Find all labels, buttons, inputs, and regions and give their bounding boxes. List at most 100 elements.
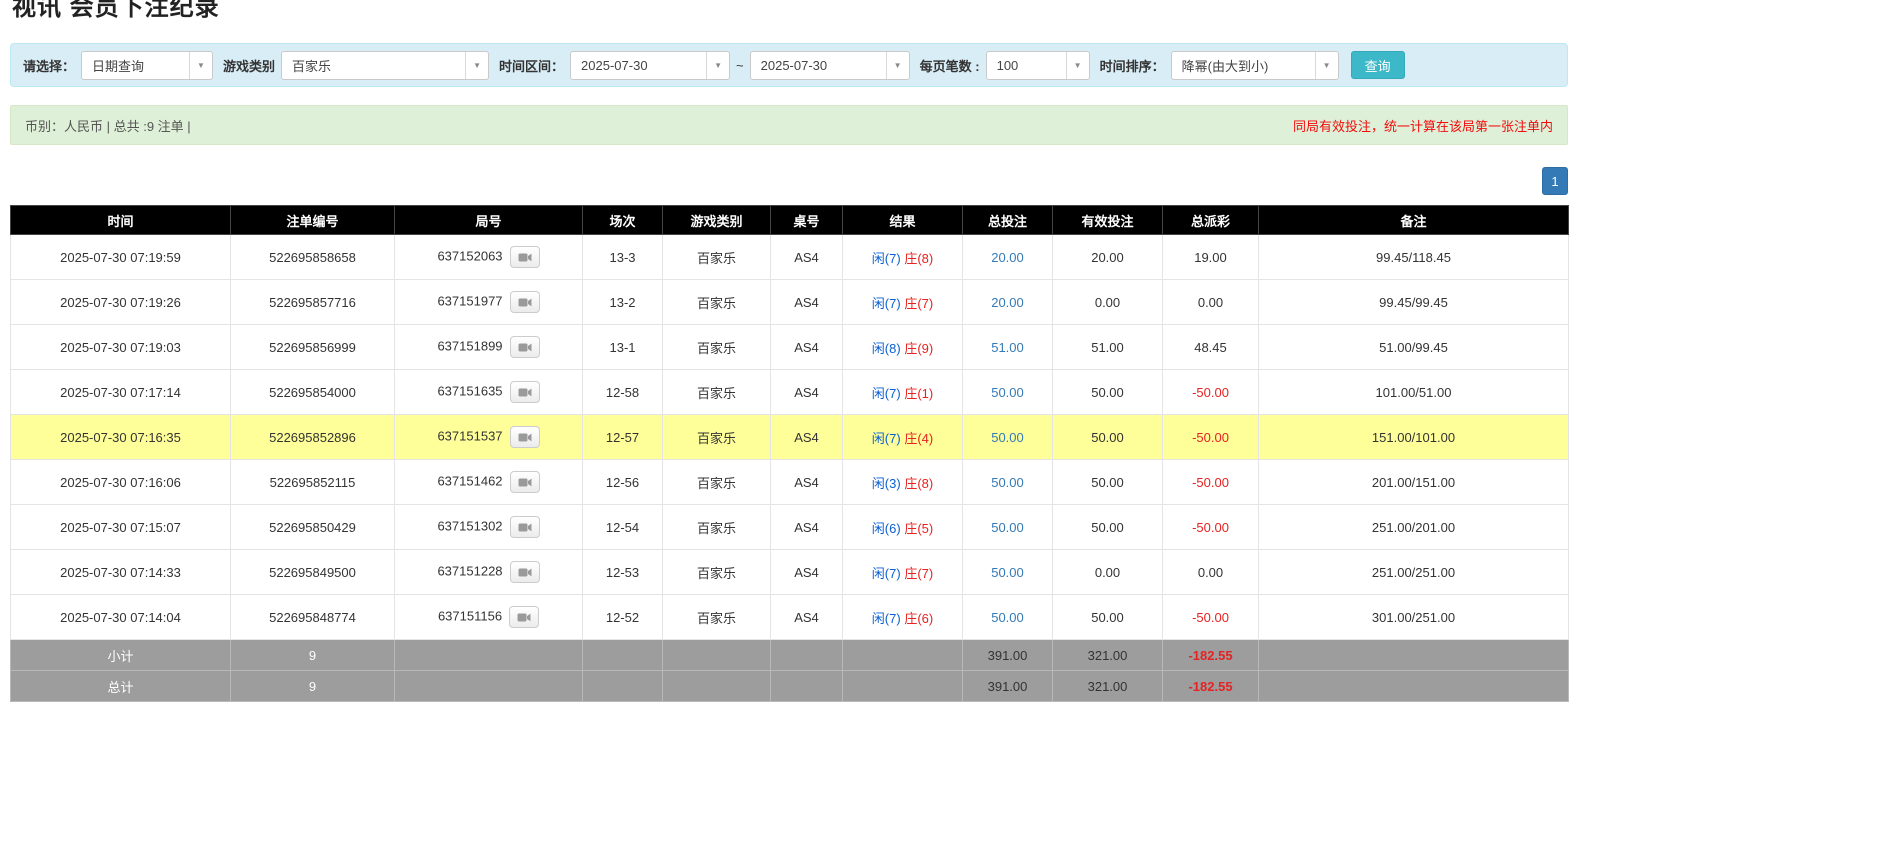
cell-note: 201.00/151.00 <box>1258 459 1569 505</box>
cell-game-type: 百家乐 <box>662 594 771 640</box>
cell-result: 闲(7) 庄(6) <box>842 594 963 640</box>
sort-value: 降幂(由大到小) <box>1181 58 1269 74</box>
table-row: 2025-07-30 07:19:59 522695858658 6371520… <box>10 234 1569 280</box>
chevron-down-icon[interactable]: ▼ <box>1314 51 1338 79</box>
replay-button[interactable] <box>509 246 540 268</box>
result-banker: 庄(8) <box>904 250 934 266</box>
chevron-down-icon[interactable]: ▼ <box>706 51 730 79</box>
total-label: 总计 <box>10 670 231 702</box>
date-to-select[interactable]: 2025-07-30 ▼ <box>749 50 910 80</box>
chevron-down-icon[interactable]: ▼ <box>189 51 213 79</box>
header-payout: 总派彩 <box>1162 205 1259 235</box>
table-header-row: 时间 注单编号 局号 场次 游戏类别 桌号 结果 总投注 有效投注 总派彩 备注 <box>10 205 1569 235</box>
total-bet-link[interactable]: 50.00 <box>991 565 1024 580</box>
chevron-down-icon[interactable]: ▼ <box>885 51 909 79</box>
result-player: 闲(7) <box>871 610 901 626</box>
cell-round-id: 637151156 <box>394 594 583 640</box>
cell-session: 12-54 <box>582 504 663 550</box>
time-range-label: 时间区间： <box>499 58 565 74</box>
video-replay-icon <box>518 568 532 576</box>
page-wrapper: 视讯 会员下注纪录 请选择： 日期查询 ▼ 游戏类别 百家乐 ▼ 时间区间： 2… <box>0 0 1578 702</box>
cell-result: 闲(8) 庄(9) <box>842 324 963 370</box>
total-bet-link[interactable]: 50.00 <box>991 385 1024 400</box>
cell-payout: 0.00 <box>1162 279 1259 325</box>
cell-total-bet: 51.00 <box>962 324 1053 370</box>
replay-button[interactable] <box>509 516 540 538</box>
cell-payout: -50.00 <box>1162 369 1259 415</box>
bet-records-table: 时间 注单编号 局号 场次 游戏类别 桌号 结果 总投注 有效投注 总派彩 备注… <box>10 205 1569 702</box>
result-player: 闲(7) <box>871 385 901 401</box>
cell-table-no: AS4 <box>770 279 843 325</box>
round-id-text: 637151537 <box>437 428 503 444</box>
cell-table-no: AS4 <box>770 594 843 640</box>
video-replay-icon <box>517 613 531 621</box>
table-row: 2025-07-30 07:17:14 522695854000 6371516… <box>10 369 1569 415</box>
sort-select[interactable]: 降幂(由大到小) ▼ <box>1170 50 1339 80</box>
date-from-select[interactable]: 2025-07-30 ▼ <box>570 50 731 80</box>
result-banker: 庄(1) <box>904 385 934 401</box>
video-replay-icon <box>518 433 532 441</box>
page-size-select[interactable]: 100 ▼ <box>985 50 1090 80</box>
replay-button[interactable] <box>509 471 540 493</box>
chevron-down-icon[interactable]: ▼ <box>1065 51 1089 79</box>
cell-total-bet: 50.00 <box>962 504 1053 550</box>
replay-button[interactable] <box>509 291 540 313</box>
total-bet-link[interactable]: 50.00 <box>991 610 1024 625</box>
chevron-down-icon[interactable]: ▼ <box>465 51 489 79</box>
total-bet-link[interactable]: 51.00 <box>991 340 1024 355</box>
result-player: 闲(8) <box>871 340 901 356</box>
round-id-text: 637151302 <box>437 518 503 534</box>
round-id-text: 637151899 <box>437 338 503 354</box>
replay-button[interactable] <box>509 336 540 358</box>
video-replay-icon <box>518 388 532 396</box>
result-banker: 庄(7) <box>904 565 934 581</box>
total-bet-link[interactable]: 50.00 <box>991 520 1024 535</box>
query-button[interactable]: 查询 <box>1350 51 1405 79</box>
header-session: 场次 <box>582 205 663 235</box>
total-bet-link[interactable]: 20.00 <box>991 250 1024 265</box>
cell-payout: 0.00 <box>1162 549 1259 595</box>
video-replay-icon <box>518 298 532 306</box>
round-id-text: 637152063 <box>437 248 503 264</box>
cell-bet-id: 522695857716 <box>230 279 395 325</box>
cell-round-id: 637151462 <box>394 459 583 505</box>
table-body: 2025-07-30 07:19:59 522695858658 6371520… <box>10 234 1569 640</box>
cell-session: 12-53 <box>582 549 663 595</box>
result-player: 闲(7) <box>871 295 901 311</box>
cell-result: 闲(3) 庄(8) <box>842 459 963 505</box>
cell-round-id: 637152063 <box>394 234 583 280</box>
subtotal-row: 小计 9 391.00 321.00 -182.55 <box>10 639 1569 671</box>
cell-total-bet: 50.00 <box>962 369 1053 415</box>
sort-label: 时间排序： <box>1099 58 1165 74</box>
result-player: 闲(6) <box>871 520 901 536</box>
replay-button[interactable] <box>509 426 540 448</box>
total-bet-link[interactable]: 50.00 <box>991 430 1024 445</box>
cell-result: 闲(7) 庄(7) <box>842 279 963 325</box>
cell-round-id: 637151635 <box>394 369 583 415</box>
cell-table-no: AS4 <box>770 234 843 280</box>
total-count: 9 <box>230 670 395 702</box>
total-bet-link[interactable]: 20.00 <box>991 295 1024 310</box>
cell-round-id: 637151537 <box>394 414 583 460</box>
cell-payout: 19.00 <box>1162 234 1259 280</box>
total-payout: -182.55 <box>1162 670 1259 702</box>
cell-bet-id: 522695858658 <box>230 234 395 280</box>
game-type-select[interactable]: 百家乐 ▼ <box>281 50 490 80</box>
cell-session: 12-56 <box>582 459 663 505</box>
query-mode-select[interactable]: 日期查询 ▼ <box>81 50 214 80</box>
round-id-text: 637151156 <box>437 608 503 624</box>
cell-game-type: 百家乐 <box>662 324 771 370</box>
result-player: 闲(7) <box>871 250 901 266</box>
cell-payout: 48.45 <box>1162 324 1259 370</box>
cell-time: 2025-07-30 07:15:07 <box>10 504 231 550</box>
video-replay-icon <box>518 253 532 261</box>
cell-table-no: AS4 <box>770 324 843 370</box>
replay-button[interactable] <box>509 606 540 628</box>
total-bet-link[interactable]: 50.00 <box>991 475 1024 490</box>
replay-button[interactable] <box>509 381 540 403</box>
cell-result: 闲(6) 庄(5) <box>842 504 963 550</box>
page-button-1[interactable]: 1 <box>1542 167 1568 195</box>
replay-button[interactable] <box>509 561 540 583</box>
cell-total-bet: 50.00 <box>962 459 1053 505</box>
cell-note: 99.45/99.45 <box>1258 279 1569 325</box>
